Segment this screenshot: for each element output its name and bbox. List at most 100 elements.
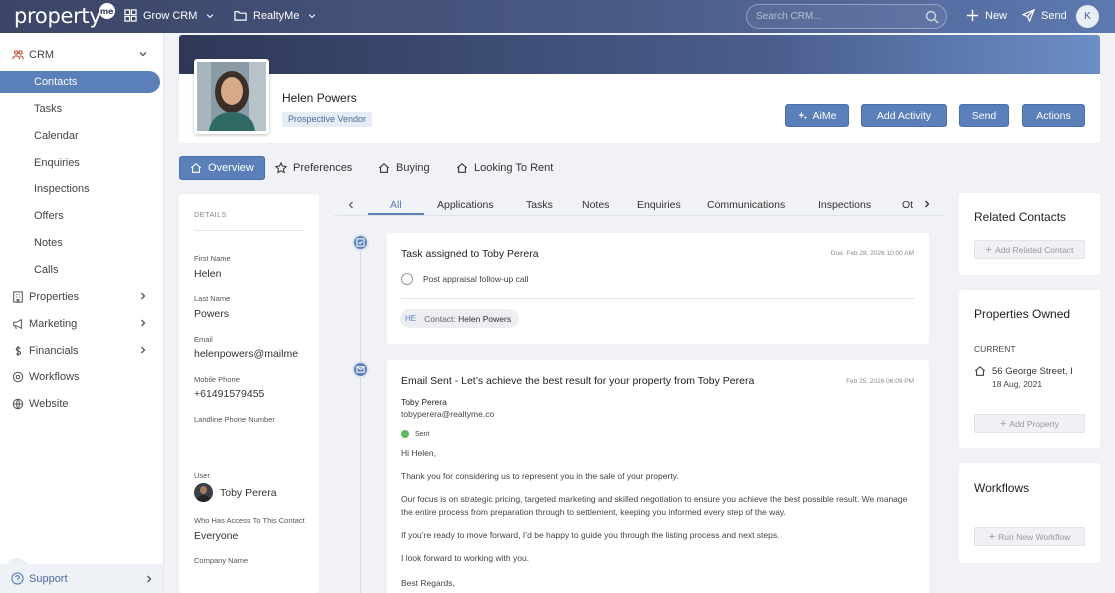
status-dot: [401, 430, 409, 438]
email-body-line: I look forward to working with you.: [401, 553, 530, 563]
property-address[interactable]: 56 George Street, I: [992, 366, 1090, 377]
properties-owned-title: Properties Owned: [974, 307, 1071, 321]
tab-label: Preferences: [293, 162, 353, 174]
sidebar-item-offers[interactable]: Offers: [0, 205, 160, 227]
activity-tab-all[interactable]: All: [390, 199, 402, 211]
landline-label: Landline Phone Number: [194, 415, 275, 424]
chevron-left-icon[interactable]: [346, 200, 356, 210]
contact-header: Helen Powers Prospective Vendor AiMe Add…: [179, 35, 1100, 143]
sidebar-item-properties[interactable]: Properties: [0, 286, 160, 308]
sidebar-item-label: Tasks: [34, 103, 63, 115]
sidebar-item-label: Contacts: [34, 76, 78, 88]
activity-tab-notes[interactable]: Notes: [582, 199, 609, 211]
add-related-contact-button[interactable]: + Add Related Contact: [974, 240, 1085, 259]
propertyme-logo[interactable]: property me: [14, 3, 115, 28]
folder-label: RealtyMe: [253, 9, 300, 22]
details-heading: DETAILS: [194, 210, 227, 219]
tab-label: Overview: [208, 162, 254, 174]
globe-icon: [12, 398, 24, 410]
help-icon: [11, 572, 24, 585]
email-label: Email: [194, 335, 213, 344]
property-date: 18 Aug, 2021: [992, 379, 1043, 389]
email-card[interactable]: Email Sent - Let’s achieve the best resu…: [387, 360, 929, 593]
actions-label: Actions: [1036, 109, 1071, 122]
sidebar-item-notes[interactable]: Notes: [0, 232, 160, 254]
sidebar-item-marketing[interactable]: Marketing: [0, 313, 160, 335]
sidebar-item-website[interactable]: Website: [0, 393, 160, 415]
sidebar-item-calls[interactable]: Calls: [0, 259, 160, 281]
sidebar-item-tasks[interactable]: Tasks: [0, 98, 160, 120]
tab-looking-to-rent[interactable]: Looking To Rent: [446, 156, 563, 180]
user-label: User: [194, 471, 210, 480]
search-input[interactable]: Search CRM...: [746, 4, 947, 29]
sidebar-item-workflows[interactable]: Workflows: [0, 366, 160, 388]
current-label: CURRENT: [974, 344, 1016, 354]
first-name-value[interactable]: Helen: [194, 268, 304, 280]
sidebar-item-contacts[interactable]: Contacts: [0, 71, 160, 93]
last-name-value[interactable]: Powers: [194, 308, 304, 320]
chevron-right-icon: [141, 319, 146, 327]
sidebar-item-label: Calls: [34, 264, 59, 276]
email-body-line: Hi Helen,: [401, 448, 436, 458]
add-activity-button[interactable]: Add Activity: [861, 104, 947, 127]
sidebar-item-financials[interactable]: Financials: [0, 340, 160, 362]
email-body-line: If you’re ready to move forward, I’d be …: [401, 530, 780, 540]
task-item: Post appraisal follow-up call: [423, 274, 529, 284]
header-banner: [179, 35, 1100, 74]
aime-button[interactable]: AiMe: [785, 104, 849, 127]
email-value[interactable]: helenpowers@mailme: [194, 348, 304, 360]
sidebar-item-label: Calendar: [34, 130, 79, 142]
aime-label: AiMe: [812, 109, 837, 122]
folder-switcher[interactable]: RealtyMe: [234, 9, 317, 22]
email-from-address: tobyperera@realtyme.co: [401, 409, 495, 419]
send-top-button[interactable]: Send: [1022, 9, 1067, 22]
activity-tab-communications[interactable]: Communications: [707, 199, 785, 211]
task-card[interactable]: Task assigned to Toby Perera Due: Feb 28…: [387, 233, 929, 344]
activity-tab-enquiries[interactable]: Enquiries: [637, 199, 681, 211]
plus-icon: +: [988, 530, 996, 543]
chevron-right-icon: [141, 292, 146, 300]
add-property-button[interactable]: + Add Property: [974, 414, 1085, 433]
activity-tab-other[interactable]: Ot: [902, 199, 914, 211]
tab-buying[interactable]: Buying: [368, 156, 440, 180]
user-value[interactable]: Toby Perera: [220, 487, 330, 499]
mobile-value[interactable]: +61491579455: [194, 388, 304, 400]
email-date: Feb 25, 2026 06:09 PM: [846, 378, 914, 385]
tab-preferences[interactable]: Preferences: [265, 156, 362, 180]
activity-tab-tasks[interactable]: Tasks: [526, 199, 553, 211]
send-button[interactable]: Send: [959, 104, 1009, 127]
new-button[interactable]: New: [966, 9, 1007, 22]
grid-icon: [124, 9, 137, 22]
checkbox-icon: [356, 238, 365, 247]
access-label: Who Has Access To This Contact: [194, 516, 305, 525]
chip-initials: HE: [405, 314, 417, 323]
divider: [194, 230, 304, 231]
support-link[interactable]: Support: [0, 564, 163, 593]
sparkle-icon: [797, 111, 807, 119]
sidebar-item-inspections[interactable]: Inspections: [0, 178, 160, 200]
user-avatar[interactable]: K: [1076, 5, 1099, 28]
activity-tab-inspections[interactable]: Inspections: [818, 199, 871, 211]
activity-tab-applications[interactable]: Applications: [437, 199, 494, 211]
house-icon: [378, 162, 390, 173]
sidebar-item-label: Marketing: [29, 318, 78, 330]
active-tab-indicator: [368, 213, 424, 215]
run-workflow-button[interactable]: + Run New Workflow: [974, 527, 1085, 546]
sidebar-item-enquiries[interactable]: Enquiries: [0, 152, 160, 174]
timeline-line: [360, 250, 361, 593]
workflows-title: Workflows: [974, 481, 1030, 495]
search-placeholder: Search CRM...: [756, 11, 822, 22]
sidebar-item-label: Inspections: [34, 183, 90, 195]
actions-button[interactable]: Actions: [1022, 104, 1085, 127]
workspace-switcher[interactable]: Grow CRM: [124, 9, 215, 22]
access-value[interactable]: Everyone: [194, 530, 304, 542]
sidebar-crm[interactable]: CRM: [0, 44, 160, 66]
contact-chip[interactable]: HE Contact: Helen Powers: [400, 309, 520, 328]
sidebar-item-calendar[interactable]: Calendar: [0, 125, 160, 147]
task-checkbox[interactable]: [401, 273, 413, 285]
tab-overview[interactable]: Overview: [179, 156, 265, 180]
chevron-right-icon[interactable]: [922, 199, 932, 209]
chip-prefix: Contact:: [424, 313, 456, 324]
search-icon[interactable]: [925, 10, 939, 24]
related-contacts-title: Related Contacts: [974, 210, 1067, 224]
